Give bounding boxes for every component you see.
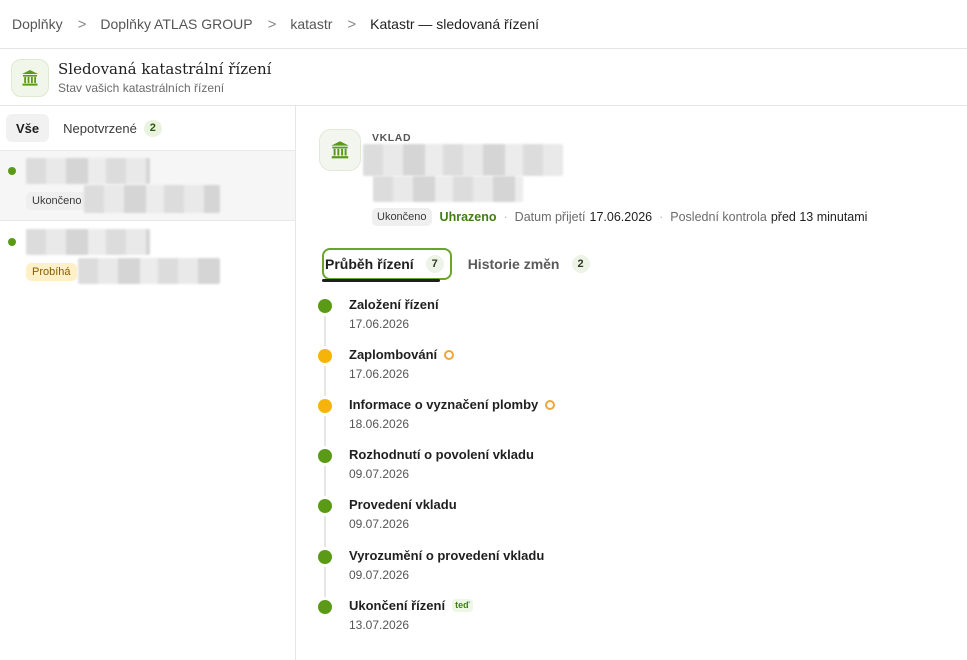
list-item[interactable]: Probíhá [0,222,295,293]
current-step-tag: teď [452,599,473,612]
timeline-item-date: 09.07.2026 [349,517,410,531]
proceeding-type: VKLAD [372,132,412,144]
timeline-item-title: Založení řízení [349,297,439,312]
timeline-item: Ukončení řízení teď 13.07.2026 [317,597,717,637]
page-title: Sledovaná katastrální řízení [58,60,272,78]
timeline-item-title-text: Zaplombování [349,347,438,362]
last-check-value: před 13 minutami [770,210,868,224]
payment-status: Uhrazeno [439,210,497,224]
timeline-item-title: Provedení vkladu [349,497,457,512]
breadcrumb-katastr[interactable]: katastr [290,16,332,32]
tab-progress-label: Průběh řízení [325,256,414,272]
timeline-item-title: Ukončení řízení teď [349,598,473,613]
done-dot-icon [318,449,332,463]
timeline-item-date: 09.07.2026 [349,568,410,582]
timeline-item-date: 17.06.2026 [349,317,410,331]
breadcrumb-doplnky[interactable]: Doplňky [12,16,63,32]
status-dot [8,238,16,246]
bank-icon [319,129,361,171]
pending-icon [545,399,556,410]
proceedings-list-panel: Vše Nepotvrzené 2 Ukončeno Probíhá [0,106,296,660]
pending-dot-icon [318,349,332,363]
filter-tab-unconfirmed-label: Nepotvrzené [63,120,137,136]
done-dot-icon [318,299,332,313]
done-dot-icon [318,600,332,614]
breadcrumb-current: Katastr — sledovaná řízení [370,16,540,32]
bank-icon [11,59,49,97]
filter-tab-all[interactable]: Vše [6,114,50,142]
redacted-address [84,185,220,213]
status-badge: Probíhá [26,263,77,281]
detail-tabs: Průběh řízení 7 Historie změn 2 [322,248,597,280]
timeline-item-title-text: Provedení vkladu [349,497,457,512]
proceeding-detail-panel: VKLAD Ukončeno Uhrazeno · Datum přijetí … [297,106,967,660]
tab-history[interactable]: Historie změn 2 [465,248,597,280]
page-subtitle: Stav vašich katastrálních řízení [58,81,225,95]
chevron-right-icon: > [347,15,357,33]
timeline-item-date: 18.06.2026 [349,417,410,431]
status-badge: Ukončeno [26,192,88,210]
breadcrumb-atlas-group[interactable]: Doplňky ATLAS GROUP [100,16,252,32]
received-date-value: 17.06.2026 [589,210,653,224]
timeline-item-date: 17.06.2026 [349,367,410,381]
timeline-item-title: Vyrozumění o provedení vkladu [349,548,544,563]
timeline-item-date: 09.07.2026 [349,467,410,481]
timeline-item-title-text: Ukončení řízení [349,598,446,613]
redacted-proceeding-title [363,144,563,176]
chevron-right-icon: > [267,15,277,33]
timeline-item-title-text: Informace o vyznačení plomby [349,397,539,412]
redacted-title [26,229,150,255]
active-tab-underline [322,279,440,282]
done-dot-icon [318,550,332,564]
done-dot-icon [318,499,332,513]
separator-dot: · [659,210,664,224]
proceeding-meta: Ukončeno Uhrazeno · Datum přijetí 17.06.… [372,207,867,227]
separator-dot: · [503,210,508,224]
pending-icon [444,349,455,360]
timeline-item-title-text: Vyrozumění o provedení vkladu [349,548,545,563]
timeline-item-date: 13.07.2026 [349,618,410,632]
unconfirmed-count-badge: 2 [143,119,162,137]
page-header: Sledovaná katastrální řízení Stav vašich… [0,50,967,106]
breadcrumb: Doplňky > Doplňky ATLAS GROUP > katastr … [0,0,967,49]
pending-dot-icon [318,399,332,413]
timeline-item: Informace o vyznačení plomby 18.06.2026 [317,396,717,436]
timeline-item: Vyrozumění o provedení vkladu 09.07.2026 [317,547,717,587]
tab-progress[interactable]: Průběh řízení 7 [322,248,452,280]
timeline-item-title: Zaplombování [349,347,455,362]
filter-tabs: Vše Nepotvrzené 2 [6,114,176,142]
timeline-item: Rozhodnutí o povolení vkladu 09.07.2026 [317,446,717,486]
list-item[interactable]: Ukončeno [0,150,295,221]
last-check-label: Poslední kontrola [670,210,767,224]
received-date-label: Datum přijetí [514,210,586,224]
timeline-item-title-text: Založení řízení [349,297,439,312]
timeline-item-title: Rozhodnutí o povolení vkladu [349,447,534,462]
filter-tab-all-label: Vše [16,120,40,136]
redacted-proceeding-address [373,176,523,202]
chevron-right-icon: > [77,15,87,33]
timeline-item-title: Informace o vyznačení plomby [349,397,556,412]
timeline-item: Založení řízení 17.06.2026 [317,296,717,336]
tab-progress-count: 7 [425,255,444,273]
status-badge: Ukončeno [372,208,432,226]
tab-history-label: Historie změn [467,256,560,272]
tab-history-count: 2 [571,255,590,273]
timeline-item: Zaplombování 17.06.2026 [317,346,717,386]
redacted-address [78,258,220,284]
status-dot [8,167,16,175]
filter-tab-unconfirmed[interactable]: Nepotvrzené 2 [53,114,172,142]
redacted-title [26,158,150,184]
timeline-item-title-text: Rozhodnutí o povolení vkladu [349,447,534,462]
timeline-item: Provedení vkladu 09.07.2026 [317,496,717,536]
